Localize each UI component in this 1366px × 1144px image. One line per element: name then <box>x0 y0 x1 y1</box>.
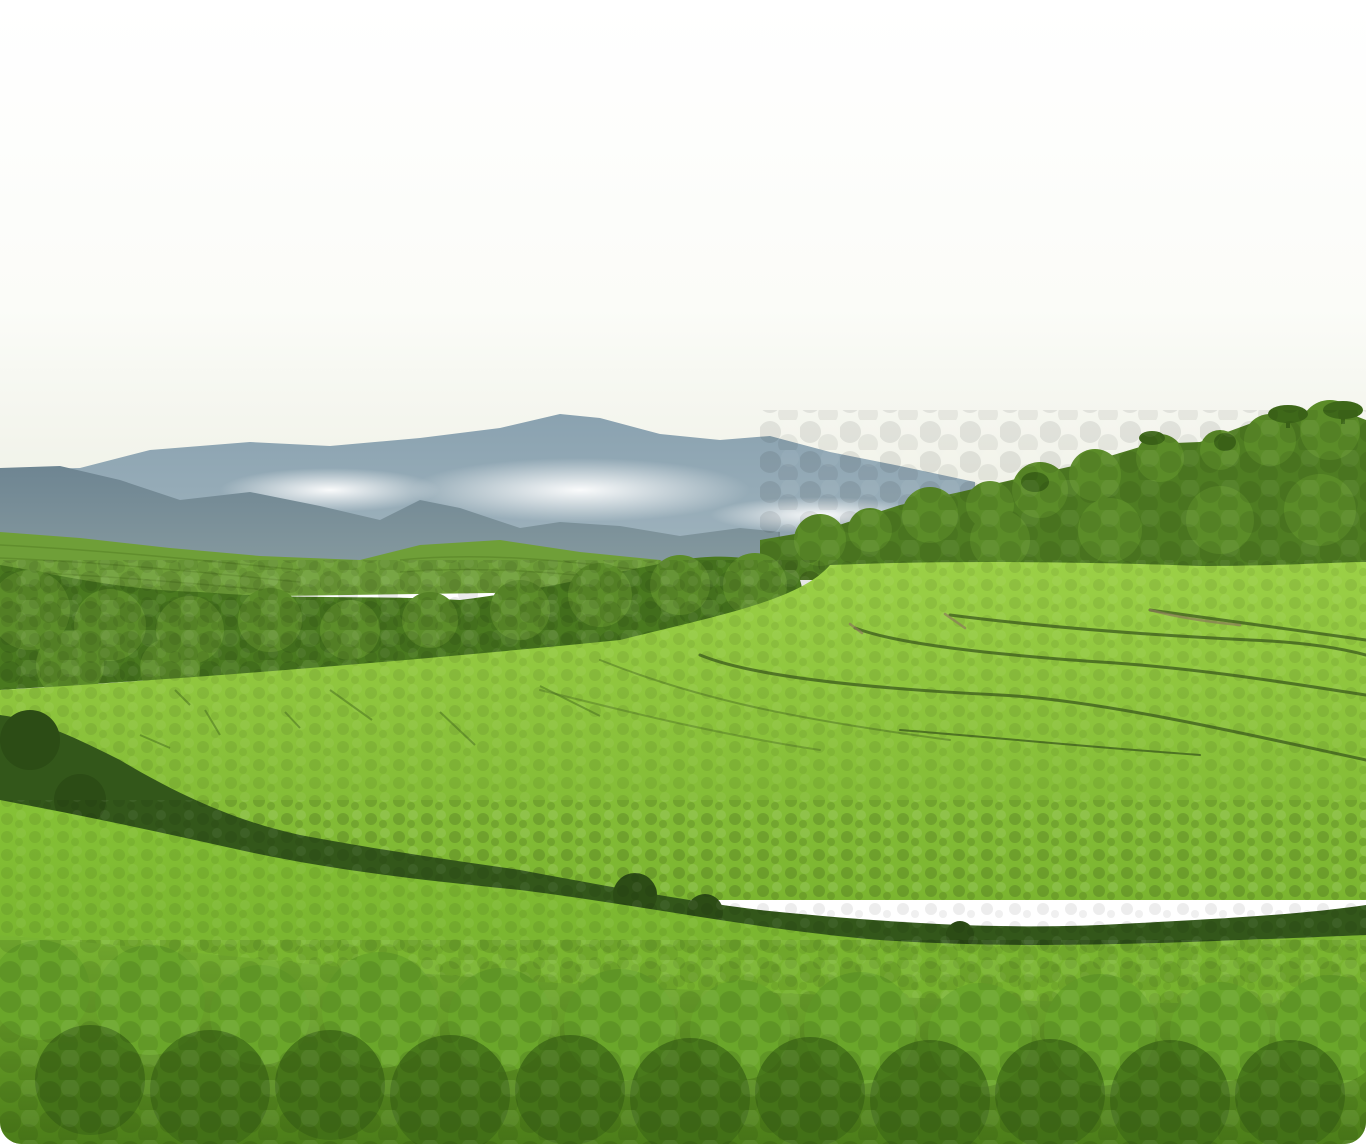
tea-plantation-scene <box>0 0 1366 1144</box>
forest-texture <box>760 410 1366 580</box>
landscape-photo <box>0 0 1366 1144</box>
foreground-texture <box>0 940 1366 1144</box>
